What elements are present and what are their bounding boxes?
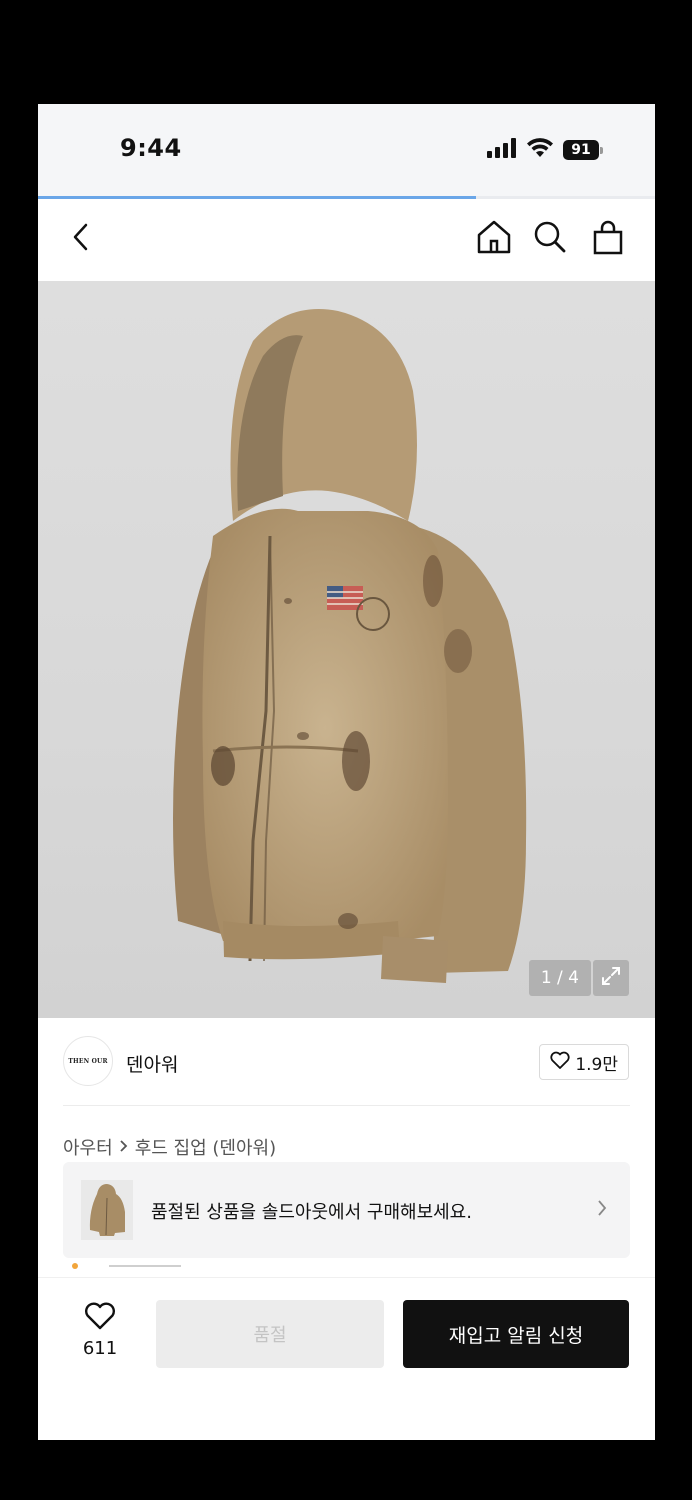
bottom-action-bar: 611 품절 재입고 알림 신청 xyxy=(38,1277,655,1440)
chevron-right-icon xyxy=(596,1198,608,1222)
phone-screen: 9:44 91 1 / 4 THEN OUR 덴아워 1.9만 아우터 후드 집… xyxy=(38,104,655,1440)
divider xyxy=(63,1105,630,1106)
restock-alert-button[interactable]: 재입고 알림 신청 xyxy=(403,1300,629,1368)
wishlist-count: 611 xyxy=(82,1338,118,1359)
status-time: 9:44 xyxy=(120,134,182,162)
brand-like-button[interactable]: 1.9만 xyxy=(539,1044,629,1080)
soldout-thumbnail xyxy=(81,1180,133,1240)
soldout-banner[interactable]: 품절된 상품을 솔드아웃에서 구매해보세요. xyxy=(63,1162,630,1258)
brand-logo-text: THEN OUR xyxy=(68,1057,108,1065)
battery-icon: 91 xyxy=(563,140,603,160)
bag-icon xyxy=(592,219,624,259)
hoodie-image xyxy=(173,309,527,983)
heart-icon xyxy=(550,1051,570,1074)
image-counter: 1 / 4 xyxy=(528,960,591,996)
cart-button[interactable] xyxy=(586,217,630,261)
product-image-gallery[interactable]: 1 / 4 xyxy=(38,281,655,1018)
brand-name[interactable]: 덴아워 xyxy=(126,1050,178,1077)
signal-icon xyxy=(487,138,517,162)
status-bar: 9:44 91 xyxy=(38,104,655,196)
status-icons: 91 xyxy=(487,138,603,162)
soldout-button: 품절 xyxy=(156,1300,384,1368)
back-icon xyxy=(70,222,94,256)
expand-image-button[interactable] xyxy=(593,960,629,996)
brand-row[interactable]: THEN OUR 덴아워 1.9만 xyxy=(38,1018,655,1106)
home-button[interactable] xyxy=(472,217,516,261)
expand-icon xyxy=(600,965,622,991)
breadcrumb: 아우터 후드 집업 (덴아워) xyxy=(63,1134,276,1160)
back-button[interactable] xyxy=(60,217,104,261)
chevron-right-icon xyxy=(119,1137,129,1158)
breadcrumb-subcategory[interactable]: 후드 집업 (덴아워) xyxy=(135,1134,276,1160)
brand-like-count: 1.9만 xyxy=(575,1054,618,1075)
partially-hidden-content xyxy=(63,1254,183,1269)
battery-level: 91 xyxy=(563,140,599,160)
search-icon xyxy=(533,220,567,258)
wishlist-button[interactable]: 611 xyxy=(78,1302,122,1359)
breadcrumb-category[interactable]: 아우터 xyxy=(63,1134,113,1160)
home-icon xyxy=(476,219,512,259)
top-nav-bar xyxy=(38,199,655,281)
heart-icon xyxy=(84,1302,116,1334)
soldout-banner-text: 품절된 상품을 솔드아웃에서 구매해보세요. xyxy=(151,1202,472,1223)
wifi-icon xyxy=(527,138,553,162)
search-button[interactable] xyxy=(528,217,572,261)
brand-logo[interactable]: THEN OUR xyxy=(63,1036,113,1086)
